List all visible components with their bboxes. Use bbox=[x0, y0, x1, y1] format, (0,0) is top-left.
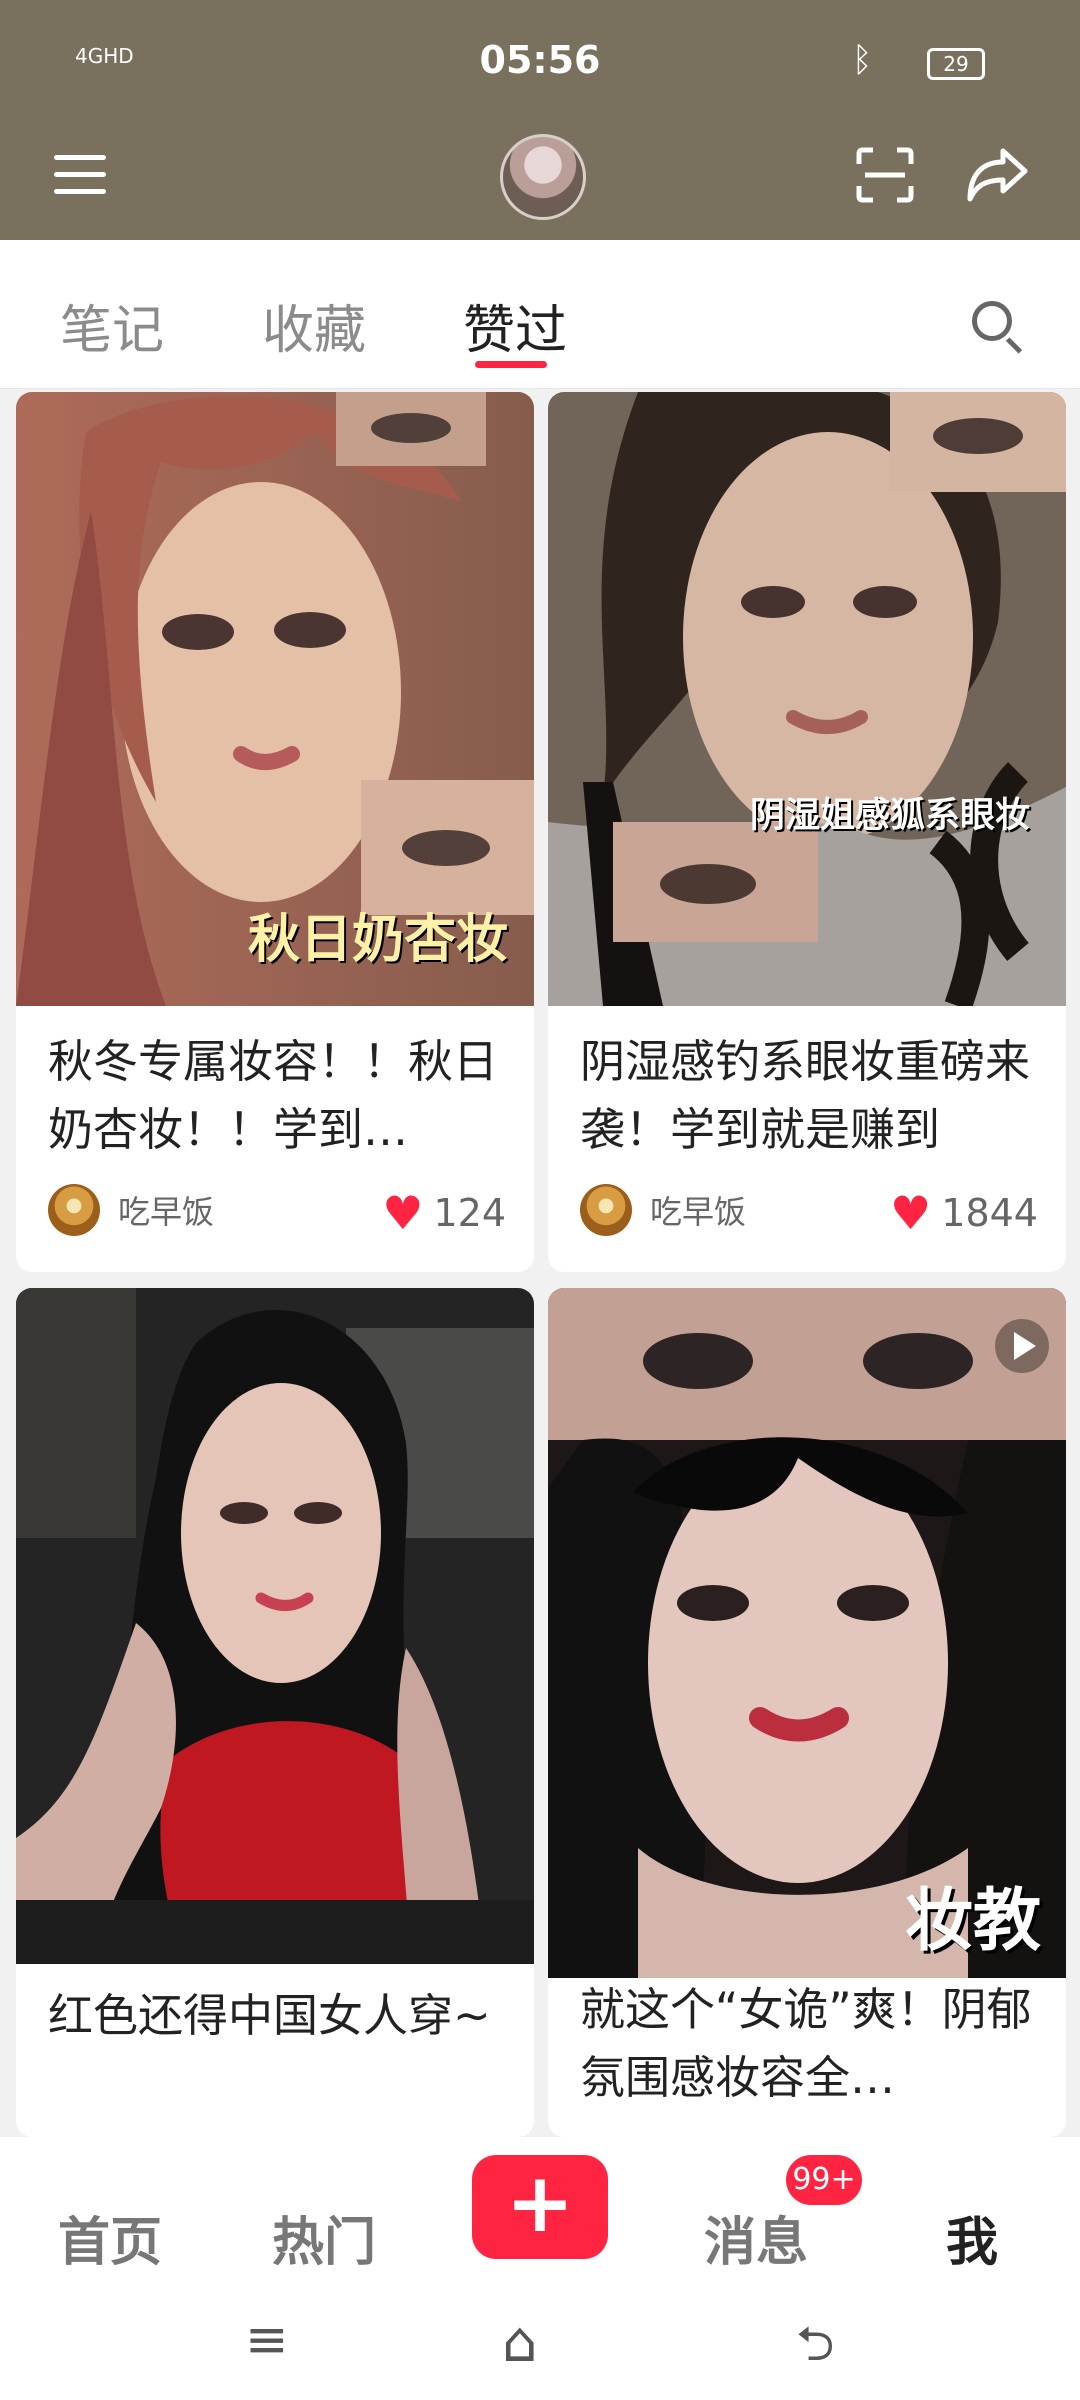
message-badge: 99+ bbox=[786, 2155, 862, 2205]
search-icon[interactable] bbox=[972, 301, 1012, 341]
profile-avatar[interactable] bbox=[500, 134, 586, 220]
note-card[interactable]: 秋日奶杏妆 秋冬专属妆容！！秋日奶杏妆！！学到… 吃早饭 ♥ 124 bbox=[16, 392, 534, 1272]
nav-me[interactable]: 我 bbox=[946, 2200, 998, 2275]
heart-icon: ♥ bbox=[890, 1186, 932, 1240]
note-card[interactable]: 阴湿姐感狐系眼妆 阴湿感钓系眼妆重磅来袭！学到就是赚到 吃早饭 ♥ 1844 bbox=[548, 392, 1066, 1272]
image-caption: 妆教 bbox=[905, 1882, 1042, 1961]
note-title[interactable]: 阴湿感钓系眼妆重磅来袭！学到就是赚到 bbox=[580, 1028, 1038, 1164]
scan-icon[interactable] bbox=[850, 140, 920, 210]
app-header: 4GHD 05:56 ᛒ 29 bbox=[0, 0, 1080, 240]
heart-icon: ♥ bbox=[382, 1186, 424, 1240]
menu-icon[interactable] bbox=[48, 140, 118, 210]
nav-hot[interactable]: 热门 bbox=[272, 2200, 376, 2275]
note-image: 秋日奶杏妆 bbox=[16, 392, 534, 1006]
author-info[interactable]: 吃早饭 bbox=[48, 1184, 214, 1236]
back-icon[interactable]: ⮌ bbox=[796, 2310, 834, 2391]
author-name: 吃早饭 bbox=[118, 1193, 215, 1231]
status-time: 05:56 bbox=[479, 38, 601, 82]
author-info[interactable]: 吃早饭 bbox=[580, 1184, 746, 1236]
active-tab-indicator bbox=[475, 361, 547, 368]
battery-indicator: 29 bbox=[927, 48, 985, 80]
note-title[interactable]: 红色还得中国女人穿~ bbox=[48, 1982, 506, 2050]
image-caption: 秋日奶杏妆 bbox=[248, 910, 509, 970]
note-image: 阴湿姐感狐系眼妆 bbox=[548, 392, 1066, 1006]
note-image: 妆教 bbox=[548, 1288, 1066, 1978]
tab-liked[interactable]: 赞过 bbox=[463, 288, 567, 363]
nav-home[interactable]: 首页 bbox=[58, 2200, 162, 2275]
bluetooth-icon: ᛒ bbox=[852, 40, 873, 80]
author-avatar bbox=[580, 1184, 632, 1236]
likes-value: 124 bbox=[433, 1191, 506, 1235]
author-avatar bbox=[48, 1184, 100, 1236]
note-card[interactable]: 红色还得中国女人穿~ bbox=[16, 1288, 534, 2137]
create-note-button[interactable]: + bbox=[472, 2155, 608, 2259]
like-count[interactable]: ♥ 1844 bbox=[890, 1190, 1038, 1236]
share-icon[interactable] bbox=[962, 140, 1032, 210]
recent-apps-icon[interactable]: ≡ bbox=[245, 2310, 289, 2370]
like-count[interactable]: ♥ 124 bbox=[382, 1190, 506, 1236]
nav-messages[interactable]: 消息 bbox=[704, 2200, 808, 2275]
note-card[interactable]: 妆教 就这个“女诡”爽！阴郁氛围感妆容全… bbox=[548, 1288, 1066, 2137]
home-icon[interactable]: ⌂ bbox=[502, 2310, 538, 2375]
author-name: 吃早饭 bbox=[650, 1193, 747, 1231]
tab-notes[interactable]: 笔记 bbox=[60, 288, 164, 363]
note-image bbox=[16, 1288, 534, 1964]
bottom-navigation: 首页 热门 + 消息 99+ 我 ≡ ⌂ ⮌ bbox=[0, 2137, 1080, 2400]
tab-collections[interactable]: 收藏 bbox=[262, 288, 366, 363]
image-caption: 阴湿姐感狐系眼妆 bbox=[750, 796, 1031, 836]
likes-value: 1844 bbox=[941, 1191, 1038, 1235]
note-title[interactable]: 就这个“女诡”爽！阴郁氛围感妆容全… bbox=[580, 1976, 1038, 2112]
note-title[interactable]: 秋冬专属妆容！！秋日奶杏妆！！学到… bbox=[48, 1028, 506, 1164]
profile-tabs: 笔记 收藏 赞过 bbox=[0, 240, 1080, 389]
